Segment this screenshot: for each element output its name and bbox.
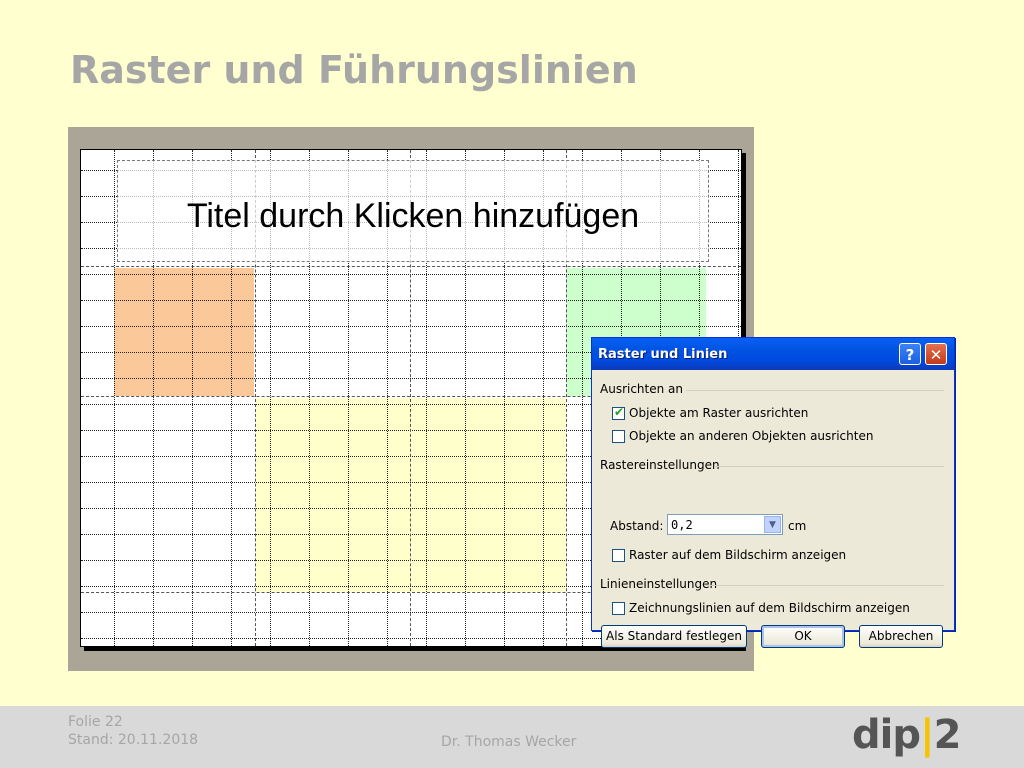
spacing-value: 0,2 bbox=[671, 518, 693, 532]
spacing-combobox[interactable]: 0,2 ▼ bbox=[667, 514, 783, 535]
show-guides-label[interactable]: Zeichnungslinien auf dem Bildschirm anze… bbox=[629, 601, 910, 615]
grid-line bbox=[114, 150, 115, 646]
spacing-unit: cm bbox=[788, 519, 807, 533]
group-label-lines: Linieneinstellungen bbox=[600, 577, 718, 591]
show-grid-checkbox[interactable] bbox=[612, 549, 625, 562]
snap-to-objects-label[interactable]: Objekte an anderen Objekten ausrichten bbox=[629, 429, 873, 443]
spacing-label: Abstand: bbox=[610, 519, 664, 533]
close-button[interactable]: ✕ bbox=[925, 343, 947, 365]
chevron-down-icon[interactable]: ▼ bbox=[764, 516, 781, 533]
show-guides-checkbox[interactable] bbox=[612, 602, 625, 615]
divider bbox=[706, 585, 944, 586]
help-button[interactable]: ? bbox=[899, 343, 921, 365]
guide-line[interactable] bbox=[81, 266, 741, 267]
slide-title: Raster und Führungslinien bbox=[70, 48, 638, 92]
group-label-align: Ausrichten an bbox=[600, 382, 684, 396]
snap-to-objects-checkbox[interactable] bbox=[612, 430, 625, 443]
set-as-default-button[interactable]: Als Standard festlegen bbox=[601, 625, 747, 648]
snap-to-grid-label[interactable]: Objekte am Raster ausrichten bbox=[629, 406, 808, 420]
grid-line bbox=[81, 300, 741, 301]
show-grid-label[interactable]: Raster auf dem Bildschirm anzeigen bbox=[629, 548, 846, 562]
dip2-logo: dip|2 bbox=[852, 712, 961, 758]
dialog-title: Raster und Linien bbox=[598, 347, 728, 362]
yellow-shape[interactable] bbox=[256, 398, 566, 592]
snap-to-grid-checkbox[interactable]: ✔ bbox=[612, 405, 625, 420]
checkmark-icon: ✔ bbox=[614, 405, 625, 419]
slide-number: Folie 22 bbox=[68, 714, 123, 730]
author: Dr. Thomas Wecker bbox=[441, 734, 577, 750]
dialog-titlebar[interactable]: Raster und Linien ? ✕ bbox=[592, 338, 954, 370]
footer: Folie 22 Stand: 20.11.2018 Dr. Thomas We… bbox=[0, 706, 1024, 768]
group-label-grid: Rastereinstellungen bbox=[600, 458, 720, 472]
grid-line bbox=[81, 274, 741, 275]
divider bbox=[714, 466, 944, 467]
title-placeholder-text: Titel durch Klicken hinzufügen bbox=[186, 197, 640, 235]
status-date: Stand: 20.11.2018 bbox=[68, 732, 199, 748]
cancel-button[interactable]: Abbrechen bbox=[859, 625, 943, 648]
ok-button[interactable]: OK bbox=[761, 625, 845, 648]
divider bbox=[686, 390, 944, 391]
orange-shape[interactable] bbox=[114, 268, 254, 396]
grid-line bbox=[81, 326, 741, 327]
title-placeholder[interactable]: Titel durch Klicken hinzufügen bbox=[117, 160, 709, 262]
grid-and-guides-dialog: Raster und Linien ? ✕ Ausrichten an ✔ Ob… bbox=[591, 337, 955, 648]
